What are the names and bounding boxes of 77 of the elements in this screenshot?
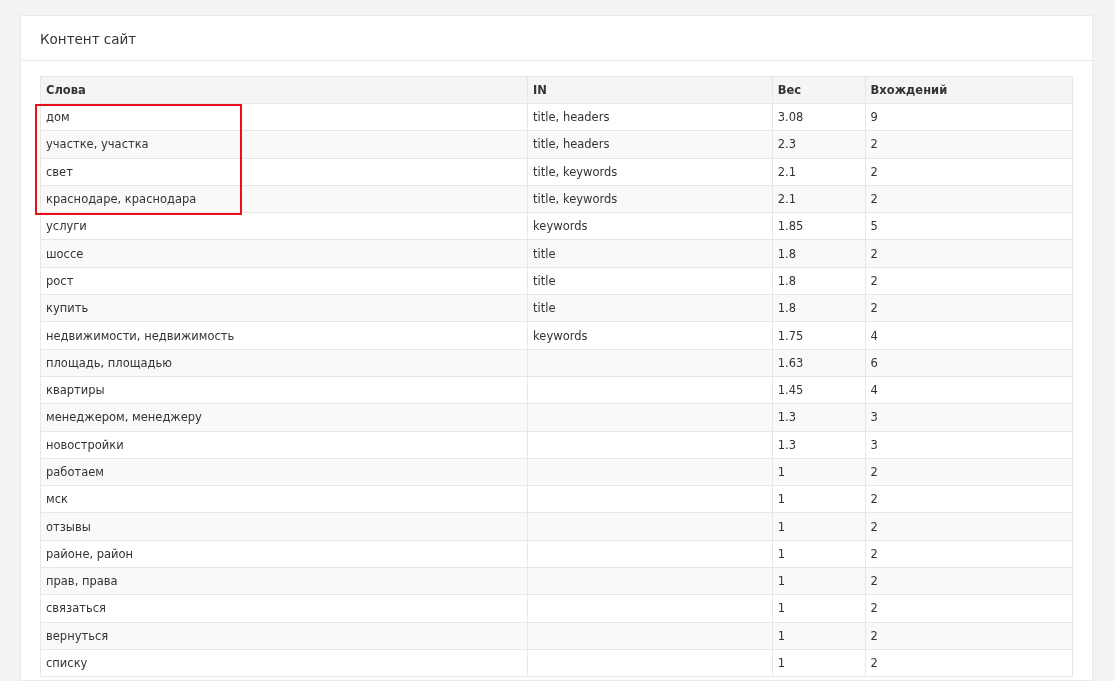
table-cell: 1.75 xyxy=(772,321,866,350)
table-cell: 1 xyxy=(772,567,866,595)
table-cell: keywords xyxy=(527,212,773,240)
table-cell: 2 xyxy=(865,267,1073,295)
table-cell: keywords xyxy=(527,321,773,350)
table-cell: 2.1 xyxy=(772,158,866,186)
table-cell: 1 xyxy=(772,649,866,677)
table-cell: купить xyxy=(40,294,528,322)
table-cell: 1 xyxy=(772,622,866,650)
panel-title: Контент сайт xyxy=(40,31,138,47)
table-cell: 1.8 xyxy=(772,294,866,322)
table-cell: вернуться xyxy=(40,622,528,650)
table-cell: дом xyxy=(40,103,528,131)
table-cell: 2.3 xyxy=(772,130,866,159)
table-cell: 2.1 xyxy=(772,185,866,213)
table-cell: краснодаре, краснодара xyxy=(40,185,528,213)
table-cell: 1.8 xyxy=(772,267,866,295)
table-cell: title xyxy=(527,294,773,322)
table-cell: 2 xyxy=(865,622,1073,650)
table-cell: title xyxy=(527,267,773,295)
table-cell: 2 xyxy=(865,458,1073,486)
table-cell: связаться xyxy=(40,594,528,623)
table-cell: 3 xyxy=(865,431,1073,459)
table-cell: 4 xyxy=(865,321,1073,350)
table-cell: 2 xyxy=(865,540,1073,568)
table-cell: 2 xyxy=(865,567,1073,595)
table-cell: недвижимости, недвижимость xyxy=(40,321,528,350)
table-cell: свет xyxy=(40,158,528,186)
table-cell: 2 xyxy=(865,185,1073,213)
table-cell: 1.8 xyxy=(772,240,866,268)
table-cell: отзывы xyxy=(40,512,528,541)
table-cell: 2 xyxy=(865,594,1073,623)
table-cell: title, keywords xyxy=(527,158,773,186)
column-header: Вхождений xyxy=(865,76,1073,104)
table-cell: новостройки xyxy=(40,431,528,459)
table-cell: 2 xyxy=(865,512,1073,541)
column-header: Вес xyxy=(772,76,866,104)
table-cell: title, headers xyxy=(527,130,773,159)
table-cell: рост xyxy=(40,267,528,295)
table-cell: шоссе xyxy=(40,240,528,268)
table-cell: 5 xyxy=(865,212,1073,240)
table-cell: 2 xyxy=(865,240,1073,268)
table-cell: 1.63 xyxy=(772,349,866,377)
column-header: Слова xyxy=(40,76,528,104)
table-cell: 1.3 xyxy=(772,403,866,432)
table-cell: менеджером, менеджеру xyxy=(40,403,528,432)
table-cell: title xyxy=(527,240,773,268)
table-cell: квартиры xyxy=(40,376,528,404)
table-cell: мск xyxy=(40,485,528,513)
table-cell: 2 xyxy=(865,158,1073,186)
table-cell: 1 xyxy=(772,594,866,623)
table-cell: 1.45 xyxy=(772,376,866,404)
table-cell: 2 xyxy=(865,294,1073,322)
column-header: IN xyxy=(527,76,773,104)
table-cell: 6 xyxy=(865,349,1073,377)
table-cell: площадь, площадью xyxy=(40,349,528,377)
table-cell: 1 xyxy=(772,485,866,513)
table-cell: списку xyxy=(40,649,528,677)
table-cell: 3.08 xyxy=(772,103,866,131)
table-cell: 2 xyxy=(865,130,1073,159)
table-cell: title, keywords xyxy=(527,185,773,213)
table-cell: районе, район xyxy=(40,540,528,568)
table-cell: 1 xyxy=(772,458,866,486)
table-cell: прав, права xyxy=(40,567,528,595)
table-cell: 9 xyxy=(865,103,1073,131)
table-cell: 1.85 xyxy=(772,212,866,240)
table-cell: 2 xyxy=(865,485,1073,513)
table-cell: услуги xyxy=(40,212,528,240)
table-cell: 1 xyxy=(772,540,866,568)
table-cell: участке, участка xyxy=(40,130,528,159)
table-cell: 2 xyxy=(865,649,1073,677)
table-cell: 4 xyxy=(865,376,1073,404)
table-cell: работаем xyxy=(40,458,528,486)
table-cell: title, headers xyxy=(527,103,773,131)
table-cell: 1.3 xyxy=(772,431,866,459)
table-cell: 1 xyxy=(772,512,866,541)
table-cell: 3 xyxy=(865,403,1073,432)
